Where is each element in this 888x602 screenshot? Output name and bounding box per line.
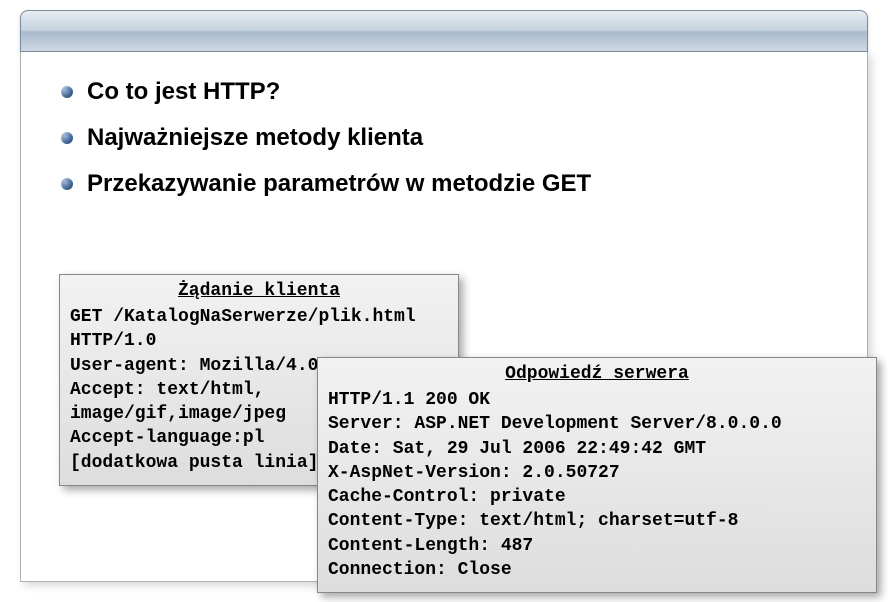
bullet-list: Co to jest HTTP? Najważniejsze metody kl… xyxy=(21,52,867,226)
server-response-box: Odpowiedź serwera HTTP/1.1 200 OK Server… xyxy=(317,357,877,593)
bullet-icon xyxy=(61,86,73,98)
response-title: Odpowiedź serwera xyxy=(328,364,866,384)
bullet-text: Co to jest HTTP? xyxy=(87,78,280,106)
bullet-item: Najważniejsze metody klienta xyxy=(61,124,827,152)
bullet-text: Przekazywanie parametrów w metodzie GET xyxy=(87,170,591,198)
bullet-icon xyxy=(61,132,73,144)
slide-title-bar xyxy=(20,10,868,52)
bullet-text: Najważniejsze metody klienta xyxy=(87,124,423,152)
request-title: Żądanie klienta xyxy=(70,281,448,301)
bullet-item: Co to jest HTTP? xyxy=(61,78,827,106)
response-body: HTTP/1.1 200 OK Server: ASP.NET Developm… xyxy=(328,388,866,582)
bullet-icon xyxy=(61,178,73,190)
bullet-item: Przekazywanie parametrów w metodzie GET xyxy=(61,170,827,198)
slide-content-frame: Co to jest HTTP? Najważniejsze metody kl… xyxy=(20,52,868,582)
